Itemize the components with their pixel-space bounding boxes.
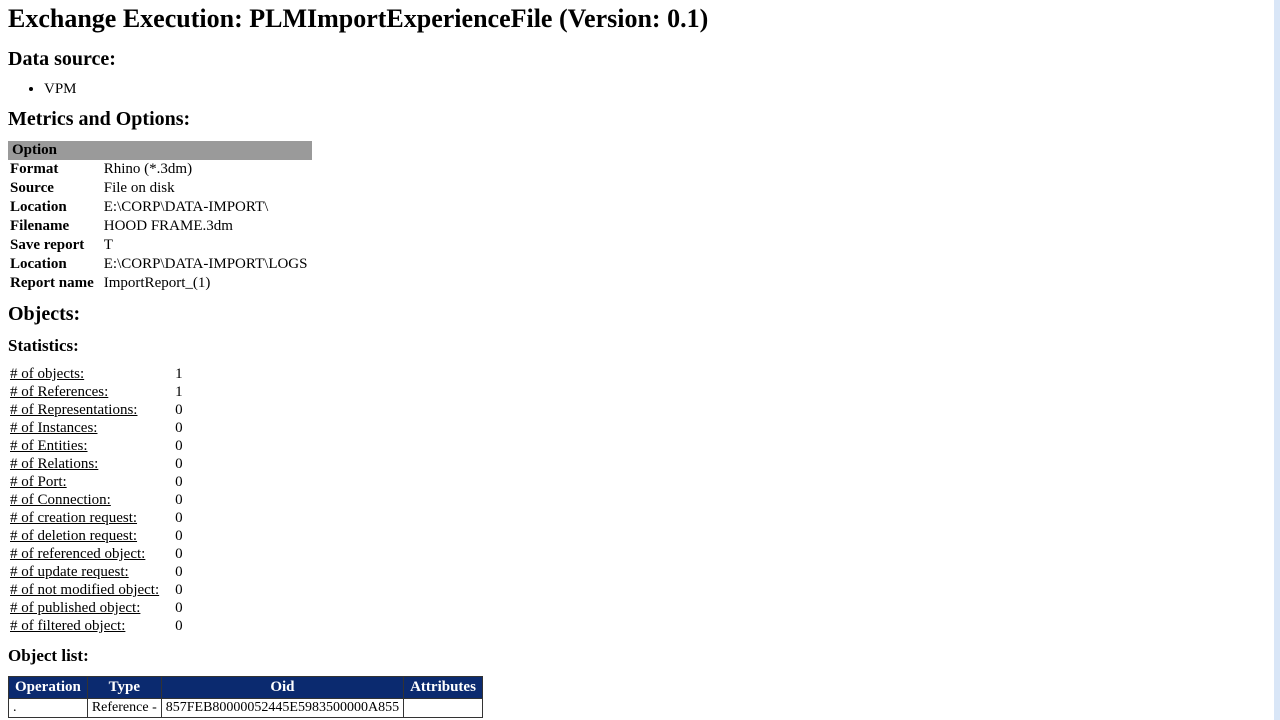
stat-row: # of deletion request:0 bbox=[8, 528, 187, 546]
objectlist-cell-operation: . bbox=[9, 699, 88, 718]
stat-value: 0 bbox=[175, 600, 187, 618]
stat-row: # of not modified object:0 bbox=[8, 582, 187, 600]
objectlist-col-oid: Oid bbox=[161, 677, 403, 699]
metrics-value: E:\CORP\DATA-IMPORT\LOGS bbox=[104, 255, 312, 274]
stat-row: # of published object:0 bbox=[8, 600, 187, 618]
report-page: Exchange Execution: PLMImportExperienceF… bbox=[0, 0, 1280, 720]
stat-value: 1 bbox=[175, 384, 187, 402]
stat-row: # of Entities:0 bbox=[8, 438, 187, 456]
metrics-value: HOOD FRAME.3dm bbox=[104, 217, 312, 236]
objectlist-col-attributes: Attributes bbox=[404, 677, 483, 699]
statistics-table: # of objects:1 # of References:1 # of Re… bbox=[8, 366, 187, 636]
data-source-item: VPM bbox=[44, 81, 1272, 98]
metrics-row: Save report T bbox=[8, 236, 312, 255]
stat-row: # of creation request:0 bbox=[8, 510, 187, 528]
metrics-label: Report name bbox=[8, 274, 104, 293]
stat-value: 0 bbox=[175, 582, 187, 600]
scrollbar[interactable] bbox=[1274, 0, 1280, 720]
objectlist-table: Operation Type Oid Attributes . Referenc… bbox=[8, 676, 483, 718]
stat-label: # of Instances: bbox=[8, 420, 175, 438]
stat-label: # of not modified object: bbox=[8, 582, 175, 600]
statistics-heading: Statistics: bbox=[8, 336, 1272, 356]
stat-label: # of deletion request: bbox=[8, 528, 175, 546]
objectlist-cell-oid: 857FEB80000052445E5983500000A855 bbox=[161, 699, 403, 718]
objectlist-cell-type: Reference - bbox=[87, 699, 161, 718]
metrics-row: Source File on disk bbox=[8, 179, 312, 198]
stat-value: 0 bbox=[175, 474, 187, 492]
metrics-label: Source bbox=[8, 179, 104, 198]
stat-label: # of References: bbox=[8, 384, 175, 402]
stat-label: # of creation request: bbox=[8, 510, 175, 528]
objects-heading: Objects: bbox=[8, 303, 1272, 326]
data-source-list: VPM bbox=[8, 81, 1272, 98]
metrics-table: Option Format Rhino (*.3dm) Source File … bbox=[8, 141, 312, 293]
stat-value: 0 bbox=[175, 456, 187, 474]
objectlist-col-type: Type bbox=[87, 677, 161, 699]
metrics-label: Save report bbox=[8, 236, 104, 255]
stat-value: 0 bbox=[175, 546, 187, 564]
stat-value: 0 bbox=[175, 402, 187, 420]
stat-label: # of Port: bbox=[8, 474, 175, 492]
metrics-value: ImportReport_(1) bbox=[104, 274, 312, 293]
metrics-value: T bbox=[104, 236, 312, 255]
stat-label: # of published object: bbox=[8, 600, 175, 618]
stat-row: # of Port:0 bbox=[8, 474, 187, 492]
stat-label: # of Representations: bbox=[8, 402, 175, 420]
metrics-label: Filename bbox=[8, 217, 104, 236]
metrics-label: Location bbox=[8, 255, 104, 274]
metrics-value: File on disk bbox=[104, 179, 312, 198]
stat-label: # of filtered object: bbox=[8, 618, 175, 636]
stat-label: # of referenced object: bbox=[8, 546, 175, 564]
stat-row: # of Connection:0 bbox=[8, 492, 187, 510]
stat-value: 0 bbox=[175, 510, 187, 528]
metrics-label: Format bbox=[8, 160, 104, 179]
stat-label: # of update request: bbox=[8, 564, 175, 582]
stat-row: # of References:1 bbox=[8, 384, 187, 402]
metrics-row: Report name ImportReport_(1) bbox=[8, 274, 312, 293]
objectlist-col-operation: Operation bbox=[9, 677, 88, 699]
stat-label: # of objects: bbox=[8, 366, 175, 384]
stat-value: 1 bbox=[175, 366, 187, 384]
stat-row: # of referenced object:0 bbox=[8, 546, 187, 564]
stat-label: # of Entities: bbox=[8, 438, 175, 456]
stat-row: # of objects:1 bbox=[8, 366, 187, 384]
page-title: Exchange Execution: PLMImportExperienceF… bbox=[8, 4, 1272, 34]
data-source-heading: Data source: bbox=[8, 48, 1272, 71]
stat-value: 0 bbox=[175, 438, 187, 456]
stat-row: # of Instances:0 bbox=[8, 420, 187, 438]
objectlist-cell-attributes bbox=[404, 699, 483, 718]
stat-value: 0 bbox=[175, 618, 187, 636]
stat-label: # of Relations: bbox=[8, 456, 175, 474]
metrics-heading: Metrics and Options: bbox=[8, 108, 1272, 131]
metrics-header: Option bbox=[8, 141, 312, 160]
stat-value: 0 bbox=[175, 528, 187, 546]
stat-row: # of Representations:0 bbox=[8, 402, 187, 420]
stat-value: 0 bbox=[175, 564, 187, 582]
objectlist-heading: Object list: bbox=[8, 646, 1272, 666]
stat-row: # of Relations:0 bbox=[8, 456, 187, 474]
objectlist-row: . Reference - 857FEB80000052445E59835000… bbox=[9, 699, 483, 718]
stat-row: # of update request:0 bbox=[8, 564, 187, 582]
metrics-row: Filename HOOD FRAME.3dm bbox=[8, 217, 312, 236]
metrics-value: E:\CORP\DATA-IMPORT\ bbox=[104, 198, 312, 217]
metrics-row: Format Rhino (*.3dm) bbox=[8, 160, 312, 179]
metrics-row: Location E:\CORP\DATA-IMPORT\LOGS bbox=[8, 255, 312, 274]
metrics-row: Location E:\CORP\DATA-IMPORT\ bbox=[8, 198, 312, 217]
metrics-label: Location bbox=[8, 198, 104, 217]
stat-row: # of filtered object:0 bbox=[8, 618, 187, 636]
metrics-value: Rhino (*.3dm) bbox=[104, 160, 312, 179]
stat-value: 0 bbox=[175, 492, 187, 510]
objectlist-header-row: Operation Type Oid Attributes bbox=[9, 677, 483, 699]
stat-value: 0 bbox=[175, 420, 187, 438]
stat-label: # of Connection: bbox=[8, 492, 175, 510]
